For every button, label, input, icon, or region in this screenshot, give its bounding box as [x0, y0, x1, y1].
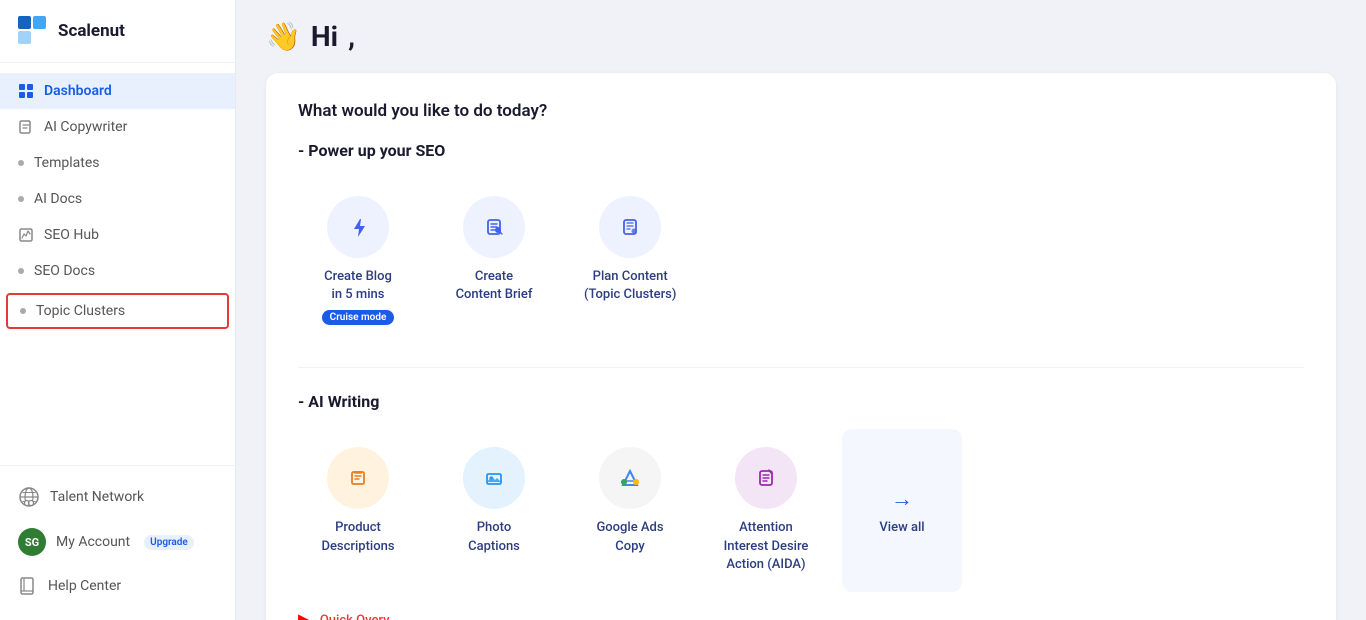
- product-descriptions-icon-circle: [327, 447, 389, 509]
- aida-icon-circle: [735, 447, 797, 509]
- youtube-icon: ▶: [298, 610, 312, 620]
- seo-items-row: Create Blogin 5 mins Cruise mode CreateC…: [298, 178, 1304, 343]
- sidebar-item-topic-clusters[interactable]: Topic Clusters: [6, 293, 229, 329]
- topic-clusters-icon: [614, 211, 646, 243]
- item-google-ads-copy[interactable]: Google AdsCopy: [570, 429, 690, 592]
- sidebar-item-templates-label: Templates: [34, 155, 100, 171]
- dot-icon: [20, 308, 26, 314]
- item-create-blog[interactable]: Create Blogin 5 mins Cruise mode: [298, 178, 418, 343]
- section-divider: [298, 367, 1304, 368]
- google-ads-icon-circle: [599, 447, 661, 509]
- create-content-brief-label: CreateContent Brief: [456, 268, 533, 304]
- scalenut-logo-icon: [18, 16, 48, 46]
- sidebar-item-templates[interactable]: Templates: [0, 145, 235, 181]
- main-content: 👋 Hi , What would you like to do today? …: [236, 0, 1366, 620]
- seo-icon: [18, 227, 34, 243]
- item-photo-captions[interactable]: PhotoCaptions: [434, 429, 554, 592]
- sidebar-item-ai-docs-label: AI Docs: [34, 191, 82, 207]
- sidebar-item-seo-docs[interactable]: SEO Docs: [0, 253, 235, 289]
- photo-captions-label: PhotoCaptions: [468, 519, 520, 555]
- sidebar-item-talent-network[interactable]: Talent Network: [0, 476, 235, 518]
- edit-icon: [18, 119, 34, 135]
- content-brief-icon: [478, 211, 510, 243]
- greeting: 👋 Hi ,: [266, 20, 1336, 53]
- dot-icon: [18, 160, 24, 166]
- photo-captions-icon-circle: [463, 447, 525, 509]
- item-plan-content[interactable]: Plan Content(Topic Clusters): [570, 178, 690, 343]
- sidebar-item-dashboard[interactable]: Dashboard: [0, 73, 235, 109]
- sidebar-item-help-center[interactable]: Help Center: [0, 566, 235, 606]
- aida-icon: [750, 462, 782, 494]
- avatar: SG: [18, 528, 46, 556]
- main-question: What would you like to do today?: [298, 101, 1304, 121]
- seo-section-title: - Power up your SEO: [298, 141, 1304, 160]
- brand-name: Scalenut: [58, 21, 125, 41]
- talent-network-label: Talent Network: [50, 489, 144, 505]
- right-arrow-icon: →: [891, 486, 913, 512]
- plan-content-label: Plan Content(Topic Clusters): [584, 268, 676, 304]
- dot-icon: [18, 268, 24, 274]
- greeting-text: Hi: [311, 20, 338, 53]
- cruise-mode-badge: Cruise mode: [322, 310, 395, 325]
- sidebar-item-my-account[interactable]: SG My Account Upgrade: [0, 518, 235, 566]
- view-all-label: View all: [879, 520, 924, 535]
- globe-icon: [18, 486, 40, 508]
- sidebar-item-seo-hub[interactable]: SEO Hub: [0, 217, 235, 253]
- google-ads-copy-label: Google AdsCopy: [596, 519, 663, 555]
- sidebar-logo: Scalenut: [0, 0, 235, 63]
- ai-writing-items-row: ProductDescriptions PhotoCaptions: [298, 429, 1304, 592]
- upgrade-badge[interactable]: Upgrade: [144, 535, 194, 550]
- greeting-suffix: ,: [348, 20, 355, 53]
- sidebar-bottom: Talent Network SG My Account Upgrade Hel…: [0, 465, 235, 620]
- product-desc-icon: [342, 462, 374, 494]
- dot-icon: [18, 196, 24, 202]
- ai-writing-section-title: - AI Writing: [298, 392, 1304, 411]
- my-account-label: My Account: [56, 534, 130, 550]
- create-content-brief-icon-circle: [463, 196, 525, 258]
- grid-icon: [18, 83, 34, 99]
- greeting-emoji: 👋: [266, 20, 301, 53]
- content-card: What would you like to do today? - Power…: [266, 73, 1336, 620]
- item-product-descriptions[interactable]: ProductDescriptions: [298, 429, 418, 592]
- photo-captions-icon: [478, 462, 510, 494]
- aida-label: AttentionInterest DesireAction (AIDA): [724, 519, 809, 574]
- lightning-icon: [342, 211, 374, 243]
- create-blog-label: Create Blogin 5 mins: [324, 268, 392, 304]
- sidebar-item-topic-clusters-label: Topic Clusters: [36, 303, 125, 319]
- sidebar-item-ai-docs[interactable]: AI Docs: [0, 181, 235, 217]
- plan-content-icon-circle: [599, 196, 661, 258]
- sidebar-item-dashboard-label: Dashboard: [44, 83, 112, 99]
- sidebar-nav: Dashboard AI Copywriter Templates AI Doc…: [0, 63, 235, 465]
- book-icon: [18, 576, 38, 596]
- google-ads-icon: [614, 462, 646, 494]
- sidebar-item-ai-copywriter-label: AI Copywriter: [44, 119, 127, 135]
- item-create-content-brief[interactable]: CreateContent Brief: [434, 178, 554, 343]
- create-blog-icon-circle: [327, 196, 389, 258]
- item-aida[interactable]: AttentionInterest DesireAction (AIDA): [706, 429, 826, 592]
- sidebar: Scalenut Dashboard AI Copywriter T: [0, 0, 236, 620]
- help-center-label: Help Center: [48, 578, 121, 594]
- quick-overview-label: Quick Overv...: [320, 613, 400, 620]
- quick-overview[interactable]: ▶ Quick Overv...: [298, 610, 1304, 620]
- sidebar-item-seo-hub-label: SEO Hub: [44, 227, 99, 243]
- view-all-card[interactable]: → View all: [842, 429, 962, 592]
- sidebar-item-ai-copywriter[interactable]: AI Copywriter: [0, 109, 235, 145]
- sidebar-item-seo-docs-label: SEO Docs: [34, 263, 95, 279]
- product-descriptions-label: ProductDescriptions: [321, 519, 394, 555]
